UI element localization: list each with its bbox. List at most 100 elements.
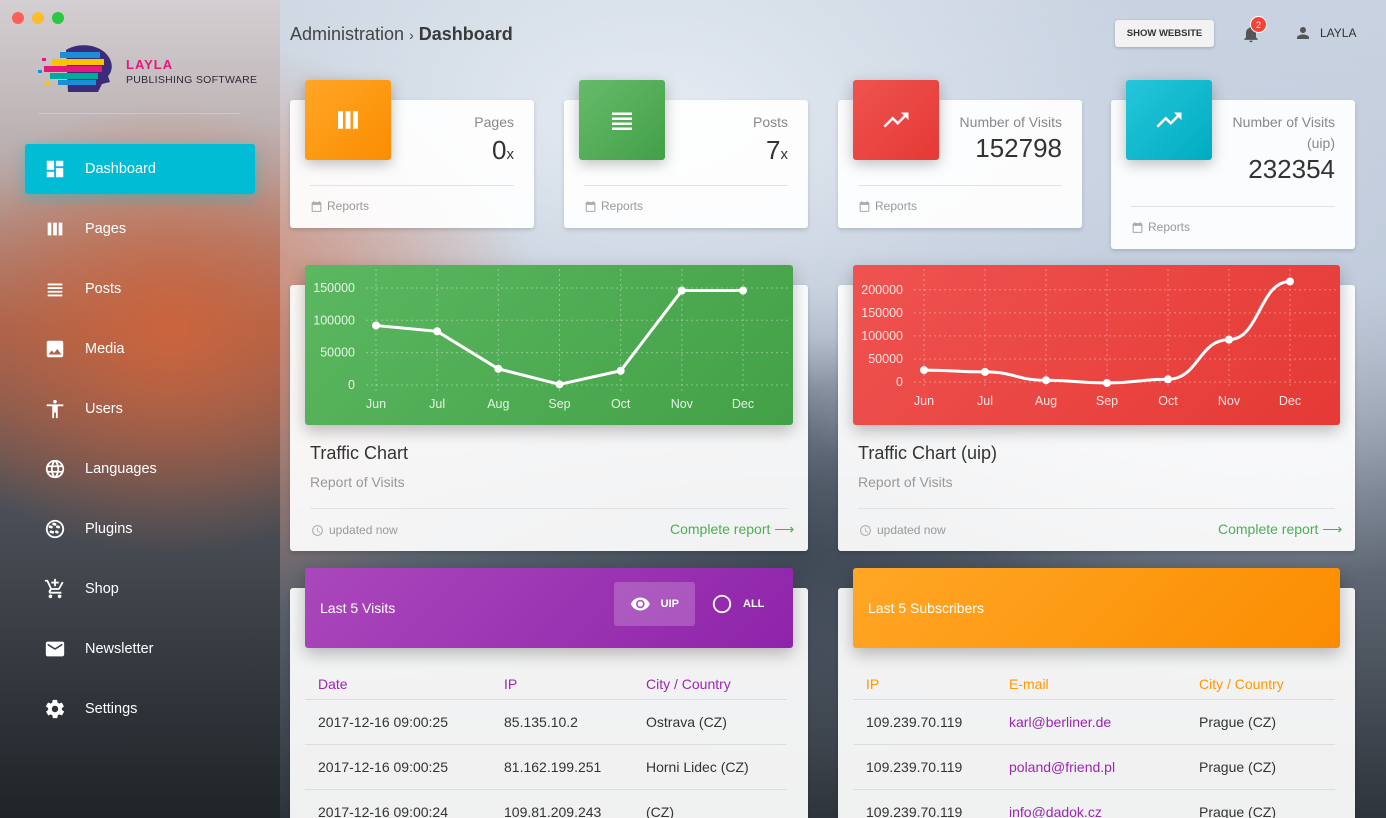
- traffic-chart-header: 0 50000 100000 150000 Jun Jul Aug Sep Oct Nov Dec: [305, 265, 793, 425]
- sidebar-item-pages[interactable]: Pages: [25, 204, 255, 254]
- data-point: [1164, 375, 1172, 384]
- y-tick-label: 100000: [861, 329, 903, 343]
- x-tick-label: Dec: [1279, 394, 1301, 408]
- calendar-icon: [1132, 221, 1143, 233]
- image-icon: [44, 338, 66, 360]
- last-subscribers-header: Last 5 Subscribers: [853, 568, 1340, 648]
- breadcrumb-current: Dashboard: [418, 24, 513, 44]
- chart-footer-divider: [858, 508, 1335, 509]
- cell-ip: 81.162.199.251: [504, 759, 602, 775]
- x-tick-label: Oct: [1158, 394, 1178, 408]
- x-tick-label: Aug: [487, 397, 509, 411]
- calendar-icon: [311, 200, 322, 212]
- cell-date: 2017-12-16 09:00:25: [318, 759, 448, 775]
- cell-ip: 109.81.209.243: [504, 804, 602, 818]
- data-point: [1225, 335, 1233, 344]
- sidebar-item-media[interactable]: Media: [25, 324, 255, 374]
- complete-report-link[interactable]: Complete report ⟶: [1218, 521, 1342, 538]
- stat-number: 7: [766, 135, 781, 165]
- calendar-icon: [585, 200, 596, 212]
- complete-report-link[interactable]: Complete report ⟶: [670, 521, 794, 538]
- y-tick-label: 150000: [861, 306, 903, 320]
- gear-icon: [44, 698, 66, 720]
- brand-subtitle: PUBLISHING SOFTWARE: [126, 74, 258, 86]
- sidebar-item-settings[interactable]: Settings: [25, 684, 255, 734]
- column-header: E-mail: [1009, 675, 1049, 692]
- cell-city: (CZ): [646, 804, 674, 818]
- user-icon: [1297, 27, 1309, 39]
- x-tick-label: Oct: [611, 397, 631, 411]
- breadcrumb-root[interactable]: Administration: [290, 24, 404, 44]
- eye-icon: [630, 597, 650, 611]
- list-icon: [612, 112, 632, 130]
- sidebar-item-dashboard[interactable]: Dashboard: [25, 144, 255, 194]
- clock-icon: [312, 524, 323, 536]
- show-website-button[interactable]: SHOW WEBSITE: [1115, 20, 1214, 47]
- stat-footer[interactable]: Reports: [584, 185, 788, 213]
- sidebar-item-shop[interactable]: Shop: [25, 564, 255, 614]
- sidebar-item-posts[interactable]: Posts: [25, 264, 255, 314]
- table-row: 2017-12-16 09:00:24 109.81.209.243 (CZ): [305, 790, 787, 818]
- stat-suffix: x: [780, 146, 789, 163]
- x-tick-label: Nov: [671, 397, 694, 411]
- list-icon: [44, 278, 66, 300]
- sidebar-item-label: Settings: [85, 701, 138, 717]
- data-point: [433, 327, 442, 336]
- toggle-all-label: ALL: [743, 598, 765, 610]
- mail-icon: [44, 638, 66, 660]
- data-point: [555, 380, 564, 389]
- x-tick-label: Jun: [914, 394, 934, 408]
- x-tick-label: Jun: [366, 397, 386, 411]
- maximize-window-button[interactable]: [52, 12, 64, 24]
- stat-label: Number of Visits: [959, 114, 1062, 130]
- y-tick-label: 50000: [868, 352, 903, 366]
- chart-updated: updated now: [311, 523, 398, 537]
- data-point: [981, 367, 989, 376]
- close-window-button[interactable]: [12, 12, 24, 24]
- stat-footer[interactable]: Reports: [858, 185, 1062, 213]
- cell-email-link[interactable]: info@dadok.cz: [996, 804, 1186, 818]
- toggle-uip[interactable]: UIP: [614, 582, 695, 626]
- y-tick-label: 50000: [320, 346, 355, 360]
- stat-value: 232354: [1248, 154, 1335, 185]
- stat-footer[interactable]: Reports: [1131, 206, 1335, 234]
- stat-footer-label: Reports: [327, 199, 370, 213]
- table-header-row: IP E-mail City / Country: [853, 668, 1335, 700]
- minimize-window-button[interactable]: [32, 12, 44, 24]
- column-header: Date: [318, 675, 348, 692]
- x-tick-label: Aug: [1035, 394, 1057, 408]
- clock-icon: [860, 524, 871, 536]
- stat-footer[interactable]: Reports: [310, 185, 514, 213]
- table-row: 109.239.70.119 karl@berliner.de Prague (…: [853, 700, 1335, 745]
- column-header: City / Country: [646, 675, 731, 692]
- cell-date: 2017-12-16 09:00:24: [318, 804, 448, 818]
- cell-email-link[interactable]: poland@friend.pl: [996, 759, 1186, 775]
- chart-footer-divider: [310, 508, 788, 509]
- sidebar-item-plugins[interactable]: Plugins: [25, 504, 255, 554]
- breadcrumb: Administration › Dashboard: [290, 24, 513, 45]
- stat-number: 152798: [975, 133, 1062, 163]
- cell-ip: 109.239.70.119: [866, 804, 963, 818]
- brand-logo[interactable]: LAYLA PUBLISHING SOFTWARE: [38, 42, 258, 92]
- stat-number: 232354: [1248, 154, 1335, 184]
- calendar-icon: [859, 200, 870, 212]
- stat-icon-box: [853, 80, 939, 160]
- last-subscribers-title: Last 5 Subscribers: [868, 600, 984, 616]
- chart-title: Traffic Chart: [310, 443, 409, 463]
- last-visits-title: Last 5 Visits: [320, 600, 396, 616]
- user-name: LAYLA: [1320, 26, 1357, 40]
- stat-value: 0x: [492, 135, 514, 166]
- data-point: [494, 364, 503, 373]
- sidebar-item-languages[interactable]: Languages: [25, 444, 255, 494]
- traffic-chart-uip: 0 50000 100000 150000 200000 Jun Jul Aug Sep Oct N…: [861, 269, 1337, 408]
- last-visits-table: Date IP City / Country 2017-12-16 09:00:…: [305, 668, 787, 818]
- sidebar-item-label: Newsletter: [85, 641, 154, 657]
- column-header: City / Country: [1199, 675, 1284, 692]
- toggle-all[interactable]: ALL: [695, 582, 780, 626]
- sidebar-item-users[interactable]: Users: [25, 384, 255, 434]
- table-header-row: Date IP City / Country: [305, 668, 787, 700]
- cell-email-link[interactable]: karl@berliner.de: [996, 714, 1186, 730]
- user-menu[interactable]: LAYLA: [1294, 24, 1356, 42]
- stat-card-posts: Posts 7x Reports: [564, 80, 808, 228]
- sidebar-item-newsletter[interactable]: Newsletter: [25, 624, 255, 674]
